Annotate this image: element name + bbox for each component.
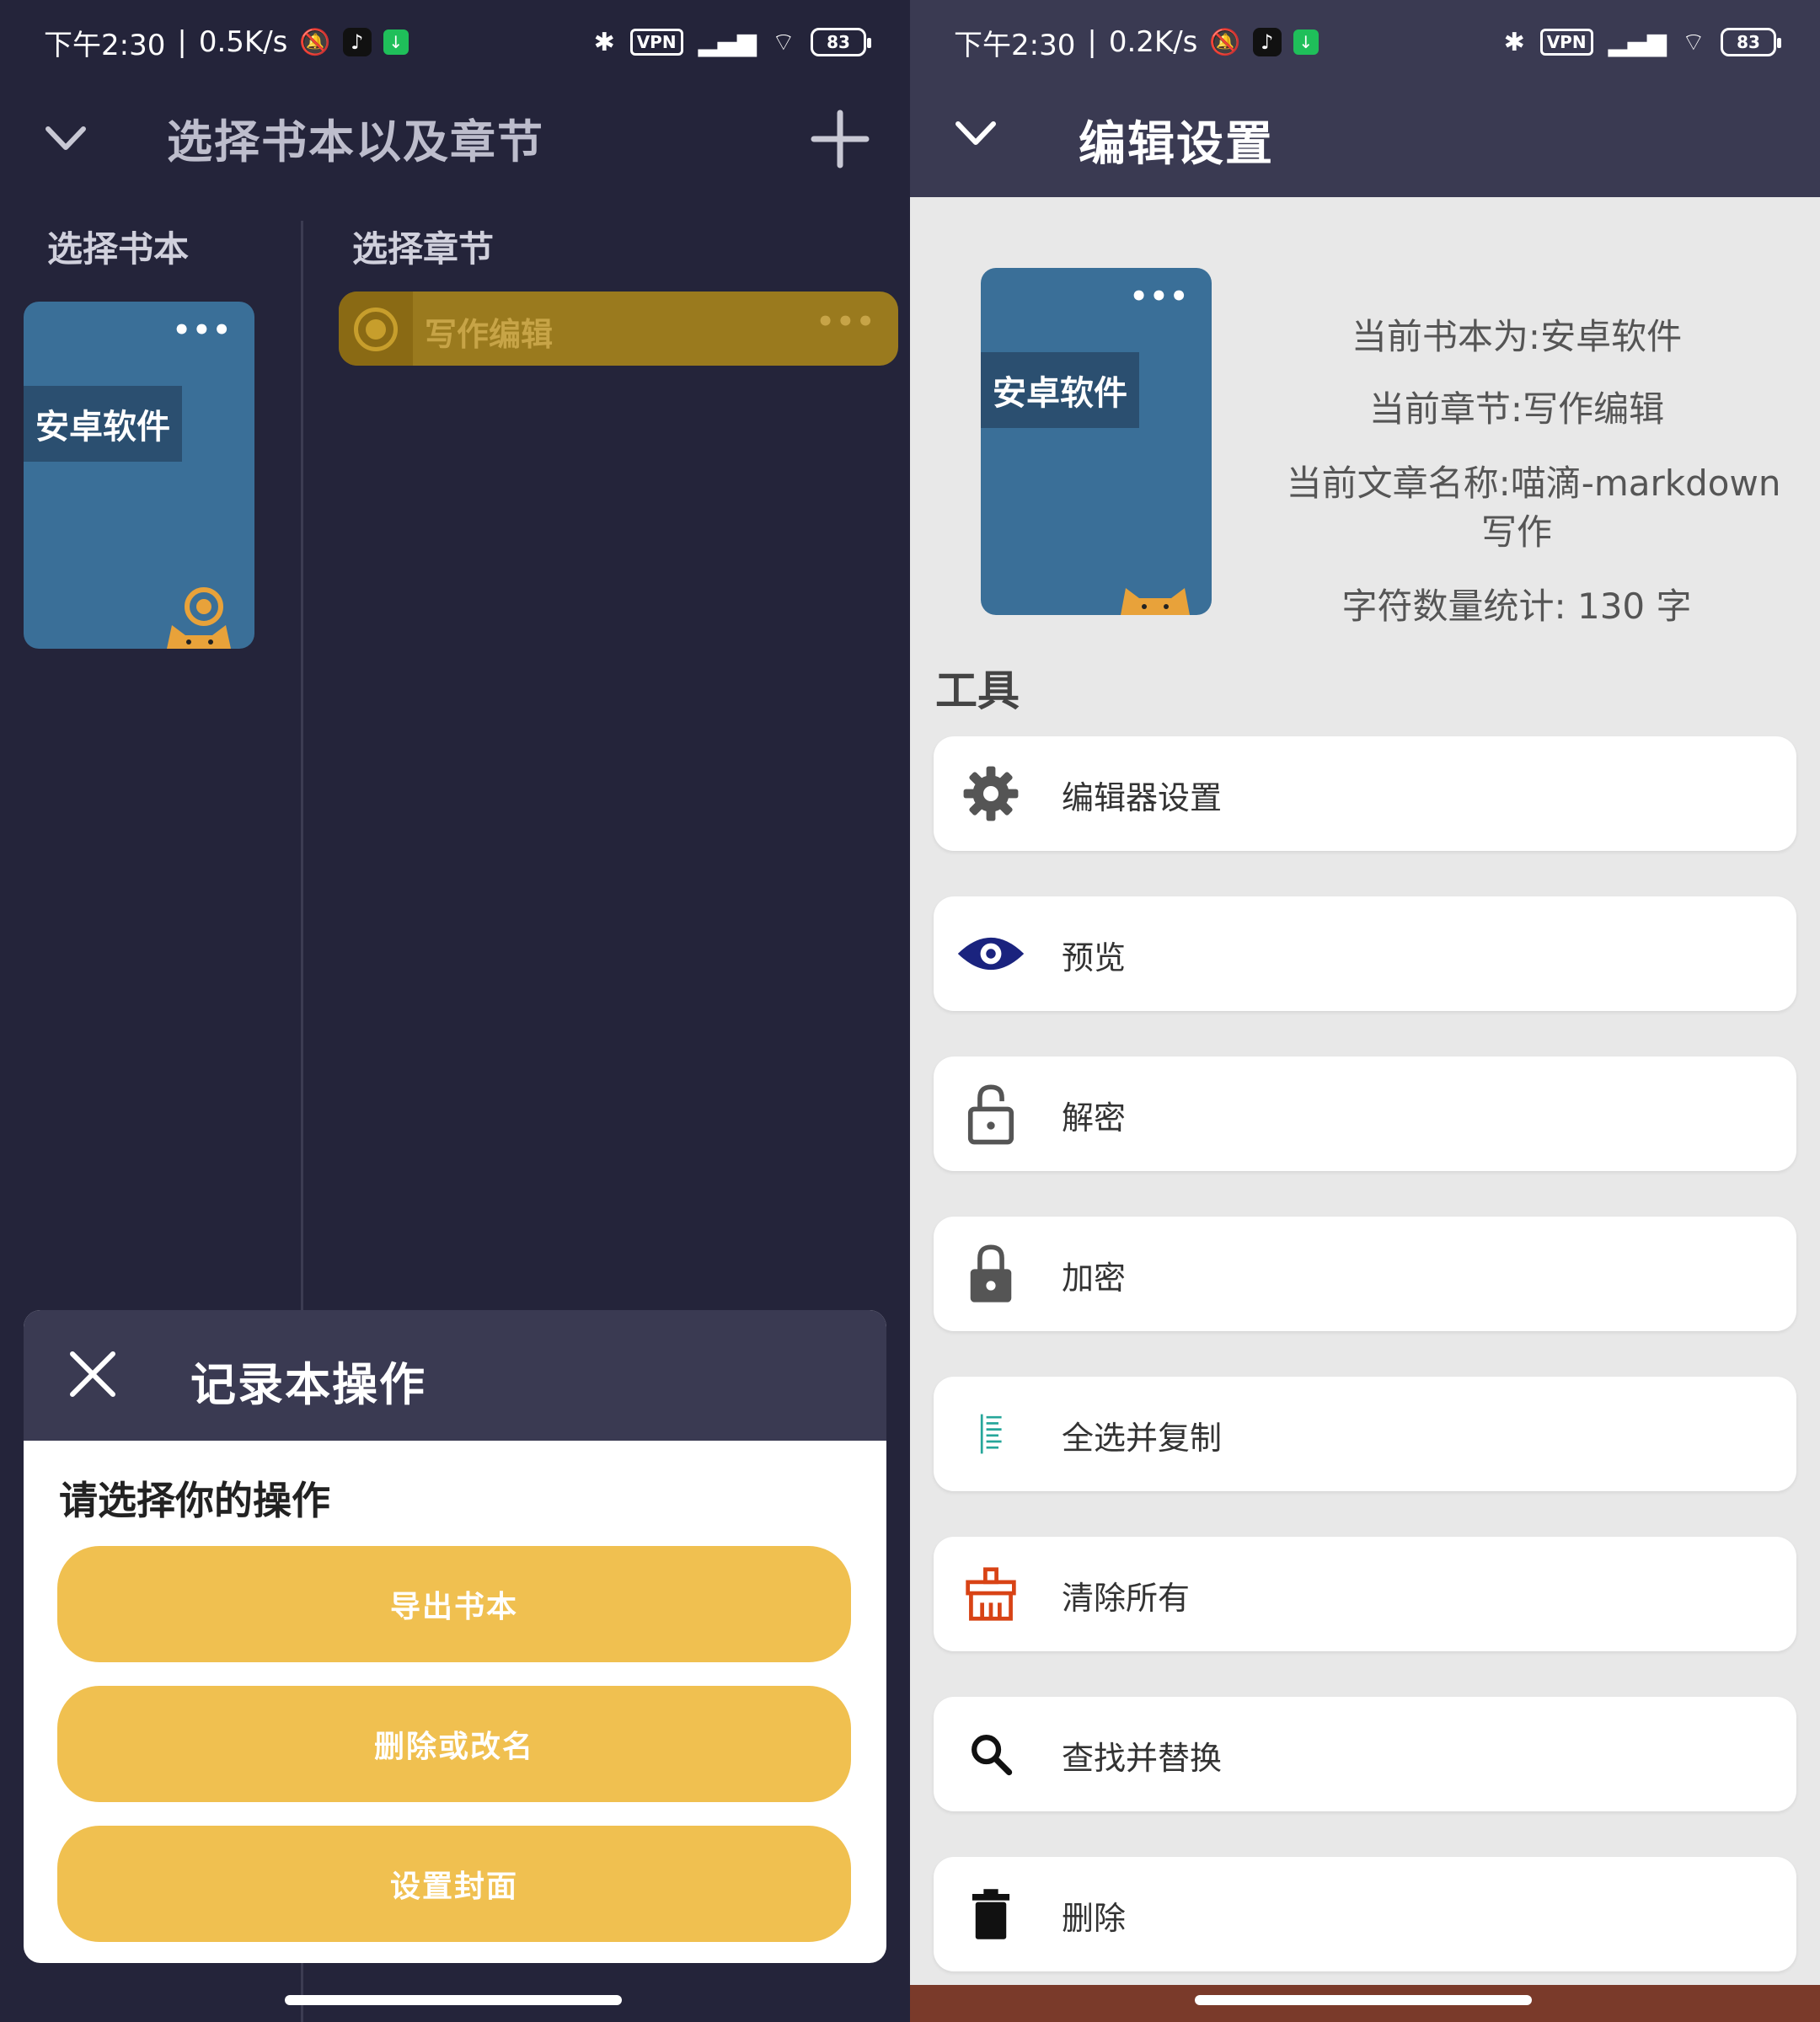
- tool-label: 清除所有: [1062, 1580, 1191, 1617]
- app-bar: 下午2:30 | 0.2K/s 🔕 ♪ ↓ ✱ VPN ▂▄▆ ⌔ 83 编辑设…: [910, 0, 1820, 197]
- download-icon: ↓: [1293, 29, 1319, 55]
- book-card[interactable]: ••• 安卓软件: [24, 302, 254, 649]
- radio-icon[interactable]: [354, 308, 398, 351]
- chapter-more-icon[interactable]: •••: [816, 305, 876, 339]
- char-count-text: 字符数量统计: 130 字: [1341, 586, 1692, 627]
- select-all-copy-item[interactable]: 全选并复制: [934, 1377, 1796, 1491]
- status-speed: 0.5K/s: [198, 25, 288, 59]
- chevron-down-icon: [46, 126, 86, 150]
- mute-icon: 🔕: [299, 27, 331, 57]
- bluetooth-icon: ✱: [593, 27, 615, 57]
- select-all-icon: [954, 1400, 1028, 1468]
- status-time: 下午2:30: [44, 28, 166, 62]
- back-button[interactable]: [942, 99, 1009, 167]
- more-icon[interactable]: •••: [1130, 280, 1190, 313]
- page-title: 选择书本以及章节: [167, 115, 544, 168]
- wifi-icon: ⌔: [1681, 28, 1705, 57]
- book-title: 安卓软件: [24, 386, 182, 462]
- lock-icon: [954, 1240, 1028, 1308]
- bottom-sheet: 记录本操作 请选择你的操作 导出书本 删除或改名 设置封面: [24, 1310, 886, 1963]
- add-icon[interactable]: [802, 101, 878, 177]
- broom-icon: [954, 1560, 1028, 1628]
- article-name-text-cont: 写作: [1480, 511, 1552, 553]
- tool-label: 全选并复制: [1062, 1420, 1223, 1457]
- preview-item[interactable]: 预览: [934, 896, 1796, 1011]
- chapter-item[interactable]: 写作编辑 •••: [339, 292, 898, 366]
- clear-all-item[interactable]: 清除所有: [934, 1537, 1796, 1651]
- decrypt-item[interactable]: 解密: [934, 1056, 1796, 1171]
- status-bar: 下午2:30 | 0.2K/s 🔕 ♪ ↓ ✱ VPN ▂▄▆ ⌔ 83: [910, 0, 1820, 84]
- tool-label: 解密: [1062, 1099, 1127, 1137]
- tiktok-icon: ♪: [1252, 28, 1282, 56]
- books-column-title: 选择书本: [47, 228, 190, 270]
- sheet-subtitle: 请选择你的操作: [59, 1478, 330, 1523]
- cat-icon: [1121, 588, 1190, 615]
- encrypt-item[interactable]: 加密: [934, 1217, 1796, 1331]
- vpn-badge: VPN: [1539, 29, 1593, 56]
- status-time: 下午2:30: [954, 28, 1076, 62]
- tool-label: 加密: [1062, 1260, 1127, 1297]
- current-chapter-text: 当前章节:写作编辑: [1368, 388, 1665, 430]
- left-screen: 下午2:30 | 0.5K/s 🔕 ♪ ↓ ✱ VPN ▂▄▆ ⌔ 83 选择书…: [0, 0, 910, 2022]
- vpn-badge: VPN: [629, 29, 683, 56]
- tool-label: 编辑器设置: [1062, 779, 1223, 816]
- more-icon[interactable]: •••: [173, 313, 233, 347]
- status-speed: 0.2K/s: [1108, 25, 1198, 59]
- sheet-header: 记录本操作: [24, 1310, 886, 1441]
- chapter-title: 写作编辑: [425, 316, 554, 353]
- battery-icon: 83: [811, 28, 871, 56]
- cat-icon: [167, 587, 231, 649]
- chapters-column-title: 选择章节: [352, 228, 495, 270]
- delete-rename-button[interactable]: 删除或改名: [57, 1686, 851, 1802]
- home-indicator[interactable]: [1195, 1995, 1532, 2005]
- close-icon[interactable]: [64, 1345, 121, 1403]
- article-name-text: 当前文章名称:喵滴-markdown: [1286, 463, 1781, 504]
- unlock-icon: [954, 1080, 1028, 1147]
- page-title: 编辑设置: [1079, 117, 1274, 172]
- home-indicator[interactable]: [285, 1995, 622, 2005]
- gear-icon: [954, 760, 1028, 827]
- sheet-title: 记录本操作: [190, 1358, 426, 1411]
- right-screen: 下午2:30 | 0.2K/s 🔕 ♪ ↓ ✱ VPN ▂▄▆ ⌔ 83 编辑设…: [910, 0, 1820, 2022]
- cover-title: 安卓软件: [981, 352, 1139, 428]
- chevron-down-icon: [956, 121, 996, 145]
- tool-label: 查找并替换: [1062, 1740, 1223, 1777]
- status-separator: |: [1087, 25, 1097, 59]
- signal-icon: ▂▄▆: [1608, 27, 1667, 57]
- tool-label: 预览: [1062, 939, 1127, 976]
- bluetooth-icon: ✱: [1503, 27, 1525, 57]
- editor-settings-item[interactable]: 编辑器设置: [934, 736, 1796, 851]
- mute-icon: 🔕: [1209, 27, 1241, 57]
- trash-icon: [954, 1880, 1028, 1948]
- app-bar: 选择书本以及章节: [0, 84, 910, 194]
- tool-label: 删除: [1062, 1900, 1127, 1937]
- find-replace-item[interactable]: 查找并替换: [934, 1697, 1796, 1811]
- book-cover[interactable]: ••• 安卓软件: [981, 268, 1212, 615]
- set-cover-button[interactable]: 设置封面: [57, 1826, 851, 1942]
- delete-item[interactable]: 删除: [934, 1857, 1796, 1971]
- tiktok-icon: ♪: [342, 28, 372, 56]
- status-bar: 下午2:30 | 0.5K/s 🔕 ♪ ↓ ✱ VPN ▂▄▆ ⌔ 83: [0, 0, 910, 84]
- battery-icon: 83: [1721, 28, 1781, 56]
- wifi-icon: ⌔: [771, 28, 795, 57]
- download-icon: ↓: [383, 29, 409, 55]
- search-icon: [954, 1720, 1028, 1788]
- current-book-text: 当前书本为:安卓软件: [1351, 316, 1683, 357]
- signal-icon: ▂▄▆: [698, 27, 757, 57]
- status-separator: |: [177, 25, 187, 59]
- eye-icon: [954, 920, 1028, 987]
- export-book-button[interactable]: 导出书本: [57, 1546, 851, 1662]
- collapse-button[interactable]: [32, 104, 99, 172]
- tools-section-title: 工具: [935, 666, 1020, 715]
